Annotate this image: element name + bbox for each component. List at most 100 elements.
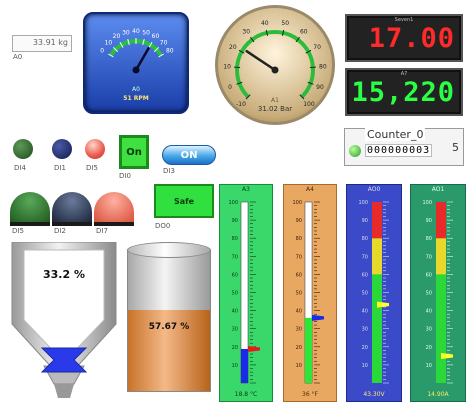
meter-tick-label: 80	[296, 236, 302, 242]
dome-tag: DI2	[54, 227, 66, 235]
meter-tick-label: 30	[426, 327, 432, 333]
numeric-display-value: 33.91 kg	[32, 38, 68, 47]
on-button-tag: DI3	[163, 167, 175, 175]
counter-led	[349, 145, 361, 157]
counter-widget: Counter_0 000000003 5	[344, 128, 464, 166]
meter-tick-label: 80	[232, 236, 238, 242]
silo-percent: 33.2 %	[43, 268, 85, 281]
meter-tick-label: 40	[362, 309, 368, 315]
meter-pointer	[248, 345, 260, 352]
seven-segment-display-red: Seven1 17.00	[345, 14, 463, 62]
dome-indicator-di7	[94, 192, 134, 226]
meter-tick-label: 10	[362, 363, 368, 369]
meter-zone	[372, 238, 382, 275]
gauge-hub	[132, 66, 140, 74]
meter-tick-label: 90	[362, 218, 368, 224]
meter-zone	[436, 238, 446, 275]
led-tag: DI4	[14, 164, 26, 172]
meter-tick-label: 20	[426, 345, 432, 351]
safe-indicator-tag: DO0	[155, 222, 171, 230]
gauge-tick-label: 40	[132, 28, 140, 35]
meter-tick-label: 50	[426, 291, 432, 297]
bar-meter-readout: 43.30V	[363, 391, 385, 398]
gauge-tick-label: 60	[300, 29, 308, 36]
meter-tick-label: 70	[296, 254, 302, 260]
meter-tick-label: 30	[362, 327, 368, 333]
gauge-tick-label: 30	[242, 29, 250, 36]
bar-meter-tag: AO1	[431, 186, 445, 193]
meter-tick-label: 60	[296, 272, 302, 278]
dome-indicator-di5	[10, 192, 50, 226]
meter-tick-label: 100	[422, 200, 432, 206]
meter-tick-label: 60	[232, 272, 238, 278]
bar-meter-readout: 18.8 °C	[234, 391, 258, 398]
meter-tick-label: 20	[232, 345, 238, 351]
seven-segment-value: 17.00	[368, 23, 455, 54]
meter-tick-label: 40	[232, 309, 238, 315]
bar-meter-tag: A4	[306, 186, 314, 193]
meter-tick-label: 90	[296, 218, 302, 224]
gauge-tick-label: 0	[100, 48, 104, 55]
meter-tick-label: 60	[426, 272, 432, 278]
meter-zone	[436, 274, 446, 383]
silo-tank: 33.2 %	[8, 241, 120, 400]
gauge-tick-label: 90	[316, 84, 324, 91]
meter-tick-label: 100	[292, 200, 302, 206]
meter-tick-label: 70	[426, 254, 432, 260]
safe-indicator-label: Safe	[173, 196, 195, 206]
meter-tick-label: 70	[362, 254, 368, 260]
numeric-display-tag: A0	[13, 53, 23, 61]
gauge-tick-label: 10	[223, 64, 231, 71]
bar-meter-ao0: 100 90 80 70 60 50 40 30 20 10 AO0 43.30V	[346, 184, 402, 402]
bar-meter-readout: 36 °F	[302, 391, 318, 398]
meter-tick-label: 20	[296, 345, 302, 351]
gauge-tick-label: 80	[319, 64, 327, 71]
rpm-gauge: 0 10 20 30 40 50 60 70 80 A0 51 RPM	[83, 12, 189, 114]
meter-pointer	[441, 353, 453, 360]
meter-pointer	[312, 314, 324, 321]
gauge-tick-label: 70	[313, 44, 321, 51]
meter-tick-label: 70	[232, 254, 238, 260]
meter-tick-label: 100	[228, 200, 238, 206]
meter-pointer	[377, 301, 389, 308]
gauge-tick-label: 80	[166, 48, 174, 55]
cylinder-tank: 57.67 %	[127, 242, 211, 400]
rpm-gauge-tag: A0	[132, 86, 140, 93]
bar-meter-a3: 100 90 80 70 60 50 40 30 20 10 A3 18.8 °C	[219, 184, 273, 402]
dome-tag: DI5	[12, 227, 24, 235]
gauge-arc	[235, 30, 315, 99]
gauge-needle	[134, 47, 150, 72]
counter-value: 000000003	[365, 144, 433, 157]
tank-body	[127, 250, 211, 392]
meter-tick-label: 90	[232, 218, 238, 224]
meter-tick-label: 10	[232, 363, 238, 369]
meter-tick-label: 20	[362, 345, 368, 351]
seven-segment-display-green: A7 15,220	[345, 68, 463, 116]
bar-meter-a4: 100 90 80 70 60 50 40 30 20 10 A4 36 °F	[283, 184, 337, 402]
meter-tick-label: 30	[296, 327, 302, 333]
pressure-gauge: -10 0 10 20 30 40 50 60 70 80 90 100 A1 31.02 Bar	[215, 5, 335, 125]
gauge-hub	[271, 66, 279, 74]
gauge-tick-label: 10	[105, 39, 113, 46]
meter-tick-label: 60	[362, 272, 368, 278]
meter-fill	[241, 348, 248, 383]
tank-percent: 57.67 %	[148, 322, 190, 332]
meter-tick-label: 40	[296, 309, 302, 315]
meter-tick-label: 80	[362, 236, 368, 242]
gauge-tick-label: 40	[261, 20, 269, 27]
meter-tick-label: 80	[426, 236, 432, 242]
on-button[interactable]: ON	[162, 145, 216, 165]
gauge-tick-label: 20	[229, 44, 237, 51]
numeric-display-a0: 33.91 kg	[12, 35, 72, 52]
bar-meter-tag: A3	[242, 186, 250, 193]
meter-tick-label: 50	[296, 291, 302, 297]
counter-title: Counter_0	[365, 128, 426, 141]
gauge-tick-label: 20	[113, 33, 121, 40]
counter-suffix: 5	[452, 141, 459, 154]
meter-tick-label: 10	[296, 363, 302, 369]
meter-zone	[372, 274, 382, 383]
meter-tick-label: 50	[232, 291, 238, 297]
meter-tick-label: 30	[232, 327, 238, 333]
gauge-tick-label: 60	[152, 33, 160, 40]
led-indicator-di1	[52, 139, 72, 159]
